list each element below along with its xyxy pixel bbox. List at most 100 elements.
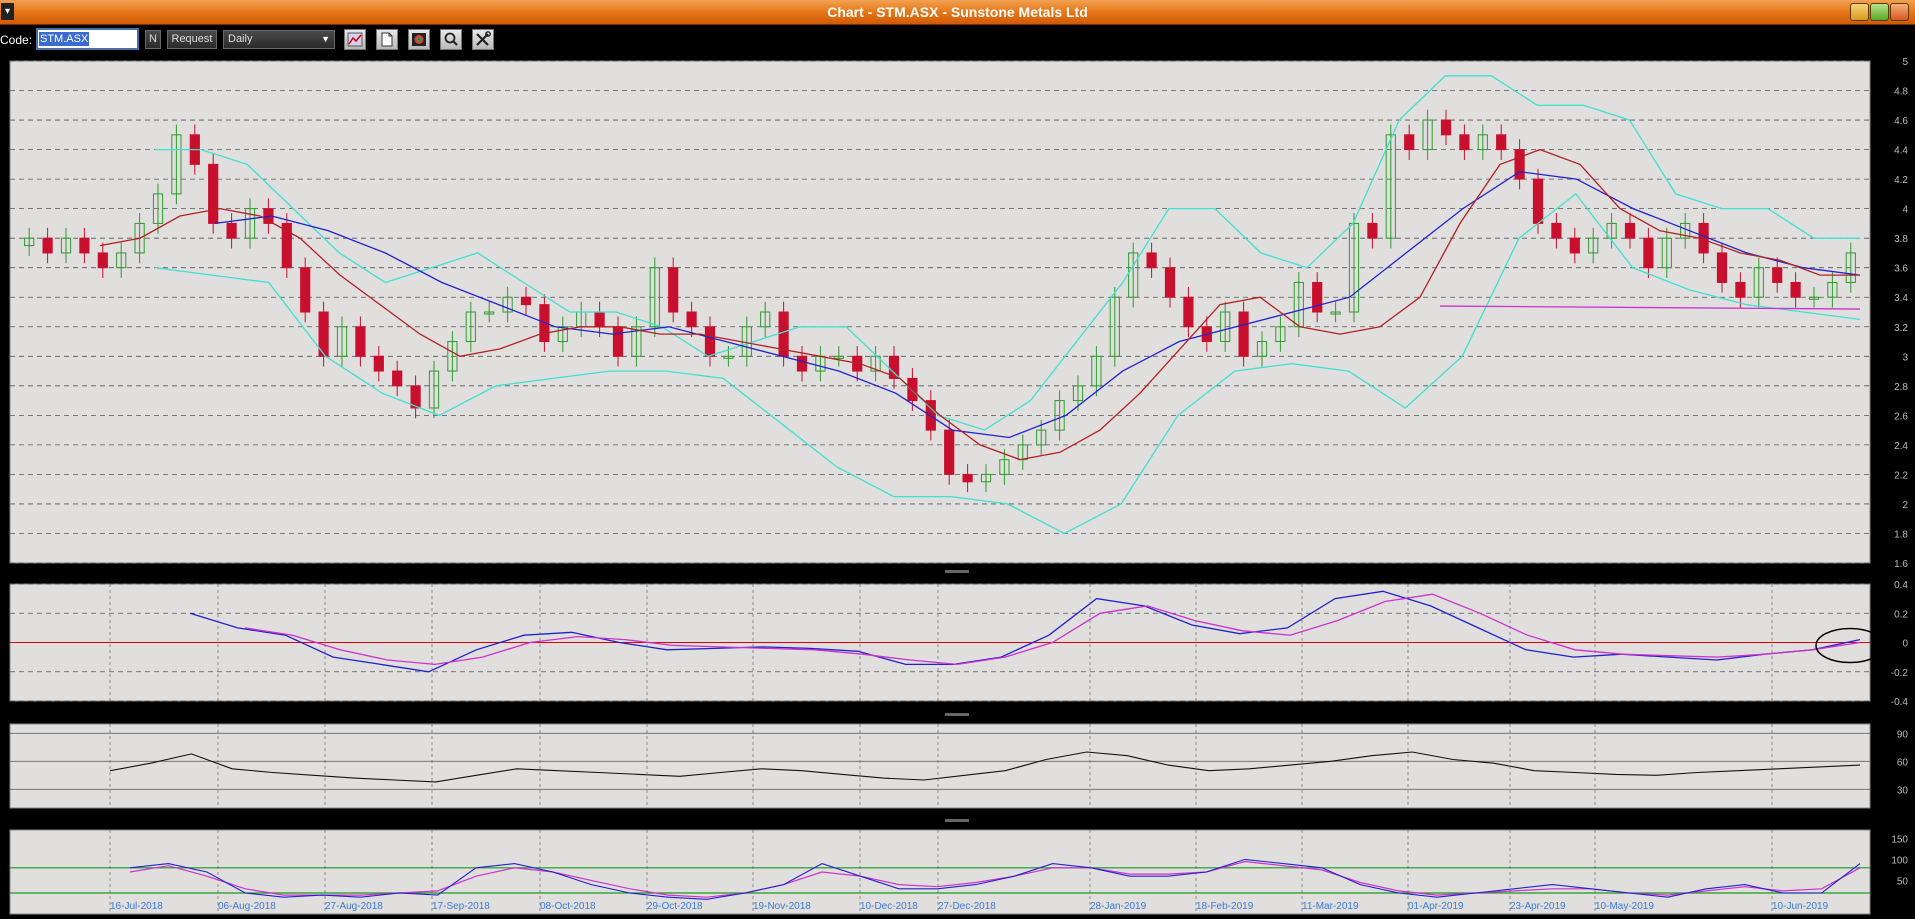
splitter-handle [945,819,969,822]
macd-y-tick-label: -0.2 [1891,668,1909,679]
title-bar: ▾ Chart - STM.ASX - Sunstone Metals Ltd [0,0,1915,25]
candle-down [97,252,108,269]
price-panel [9,60,1871,564]
candle-down [1183,296,1194,328]
candle-down [1367,222,1378,239]
stoch-tick-label: 50 [1897,876,1909,887]
price-y-tick-label: 2.4 [1894,441,1908,452]
candle-down [1532,178,1544,224]
price-y-tick-label: 2 [1902,500,1908,511]
x-tick-label: 01-Apr-2019 [1408,901,1464,912]
candle-down [1404,134,1415,151]
candle-down [208,163,219,224]
code-label: Code: [0,33,33,47]
candle-down [1551,222,1562,239]
x-tick-label: 23-Apr-2019 [1510,901,1566,912]
candle-down [704,326,716,357]
rsi-panel [9,723,1871,809]
candle-down [373,355,384,372]
candle-down [520,296,532,306]
candle-down [1790,281,1801,298]
macd-y-tick-label: 0 [1902,639,1908,650]
x-tick-label: 16-Jul-2018 [110,901,163,912]
price-y-tick-label: 3 [1902,352,1908,363]
price-y-tick-label: 3.2 [1894,323,1908,334]
price-y-tick-label: 4 [1902,205,1908,216]
candle-down [1238,311,1249,357]
chevron-down-icon: ▼ [321,34,330,44]
candle-down [594,311,605,328]
period-select[interactable]: Daily ▼ [223,30,335,49]
x-tick-label: 10-May-2019 [1595,901,1654,912]
price-y-tick-label: 2.2 [1894,470,1908,481]
chart-style-icon[interactable] [344,29,366,50]
x-tick-label: 17-Sep-2018 [432,901,490,912]
candle-down [1569,237,1580,254]
candle-down [300,267,311,313]
candle-down [612,326,624,357]
candle-down [355,326,366,357]
period-selected-value: Daily [228,33,253,45]
zoom-icon[interactable] [440,29,462,50]
candle-down [1146,252,1157,269]
candle-down [686,311,697,328]
candle-down [1459,134,1470,151]
candle-down [226,222,237,239]
code-value[interactable]: STM.ASX [39,32,90,46]
n-button[interactable]: N [145,30,161,49]
x-tick-label: 11-Mar-2019 [1302,901,1359,912]
splitter-handle [945,713,969,716]
candle-down [42,237,53,254]
x-tick-label: 29-Oct-2018 [647,901,703,912]
maximize-icon[interactable] [1870,3,1889,21]
tools-icon[interactable] [472,29,494,50]
color-palette-icon[interactable] [408,29,430,50]
price-y-tick-label: 4.8 [1894,87,1908,98]
request-button[interactable]: Request [167,30,217,49]
x-tick-label: 28-Jan-2019 [1090,901,1147,912]
macd-y-tick-label: 0.4 [1894,580,1908,591]
minimize-icon[interactable] [1850,3,1869,21]
macd-y-tick-label: 0.2 [1894,609,1908,620]
toolbar: Code: STM.ASX N Request Daily ▼ [0,25,1915,55]
x-tick-label: 19-Nov-2018 [753,901,811,912]
x-tick-label: 27-Aug-2018 [325,901,383,912]
new-document-icon[interactable] [376,29,398,50]
price-y-tick-label: 1.6 [1894,559,1908,570]
candle-down [1440,119,1452,136]
candle-down [944,429,955,475]
price-y-tick-label: 3.6 [1894,264,1908,275]
candle-down [281,222,292,269]
candle-down [1312,281,1323,313]
x-tick-label: 08-Oct-2018 [540,901,596,912]
x-tick-label: 10-Dec-2018 [860,901,918,912]
candle-down [1514,149,1525,180]
window-title: Chart - STM.ASX - Sunstone Metals Ltd [827,4,1088,20]
price-y-tick-label: 2.6 [1894,411,1908,422]
price-y-tick-label: 4.2 [1894,175,1908,186]
splitter-handle [945,570,969,573]
candle-down [1772,267,1783,283]
price-y-tick-label: 2.8 [1894,382,1908,393]
close-icon[interactable] [1890,3,1909,21]
candle-down [1735,281,1746,298]
stoch-tick-label: 100 [1891,855,1908,866]
candle-down [1716,252,1728,283]
x-tick-label: 27-Dec-2018 [938,901,996,912]
price-y-tick-label: 3.4 [1894,293,1908,304]
rsi-tick-label: 90 [1897,729,1909,740]
chart-area[interactable]: 1.6 1.8 2 2.2 2.4 2.6 2.8 3 3.2 3.4 3.6 3.8 4 4.2 4.4 4… [0,56,1915,919]
price-y-tick-label: 4.4 [1894,146,1908,157]
price-y-tick-label: 3.8 [1894,234,1908,245]
candle-down [79,237,90,254]
candle-down [796,355,808,372]
x-tick-label: 10-Jun-2019 [1772,901,1829,912]
price-y-tick-label: 1.8 [1894,529,1908,540]
candle-down [668,267,679,313]
stoch-tick-label: 150 [1891,834,1908,845]
macd-y-tick-label: -0.4 [1891,697,1909,708]
x-tick-label: 06-Aug-2018 [218,901,276,912]
price-y-tick-label: 5 [1902,57,1908,68]
candle-down [962,473,973,483]
rsi-tick-label: 60 [1897,757,1909,768]
